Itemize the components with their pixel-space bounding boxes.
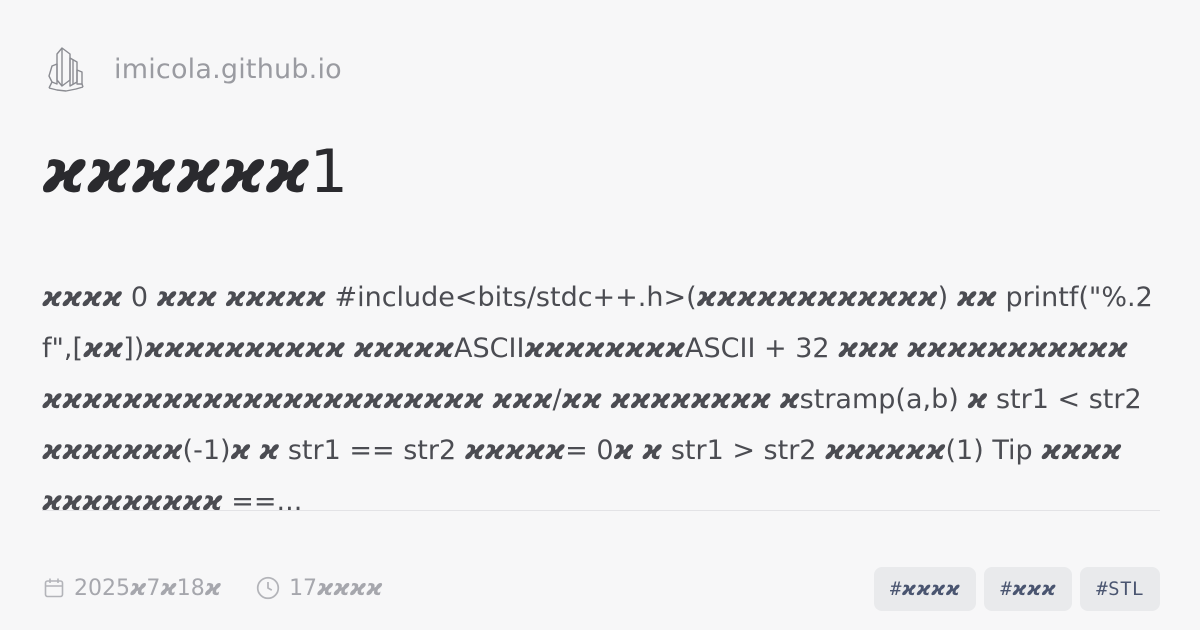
post-read-time: 17𝟆𝟆𝟆𝟆 (255, 575, 383, 601)
post-title[interactable]: 𝟆𝟆𝟆𝟆𝟆𝟆1 (42, 132, 348, 212)
post-read-time-text: 17𝟆𝟆𝟆𝟆 (289, 575, 383, 601)
post-date-text: 2025𝟆7𝟆18𝟆 (74, 575, 222, 601)
post-date: 2025𝟆7𝟆18𝟆 (42, 576, 221, 601)
post-meta: 2025𝟆7𝟆18𝟆 17𝟆𝟆𝟆𝟆 (42, 575, 383, 601)
post-excerpt: 𝟆𝟆𝟆𝟆 0 𝟆𝟆𝟆 𝟆𝟆𝟆𝟆𝟆 #include<bits/stdc++.h>… (42, 282, 1153, 517)
site-header[interactable]: imicola.github.io (42, 40, 342, 98)
tag-list: #𝟆𝟆𝟆𝟆 #𝟆𝟆𝟆 #STL (873, 567, 1160, 611)
tag-chip[interactable]: #𝟆𝟆𝟆 (984, 567, 1073, 611)
post-card: imicola.github.io 𝟆𝟆𝟆𝟆𝟆𝟆1 𝟆𝟆𝟆𝟆 0 𝟆𝟆𝟆 𝟆𝟆𝟆… (42, 40, 1160, 611)
tag-chip[interactable]: #STL (1080, 567, 1160, 611)
tag-chip[interactable]: #𝟆𝟆𝟆𝟆 (873, 567, 977, 611)
calendar-icon (42, 576, 66, 600)
crystal-cluster-icon (42, 41, 90, 97)
clock-icon (255, 575, 281, 601)
site-name[interactable]: imicola.github.io (114, 54, 342, 85)
divider (42, 510, 1160, 511)
